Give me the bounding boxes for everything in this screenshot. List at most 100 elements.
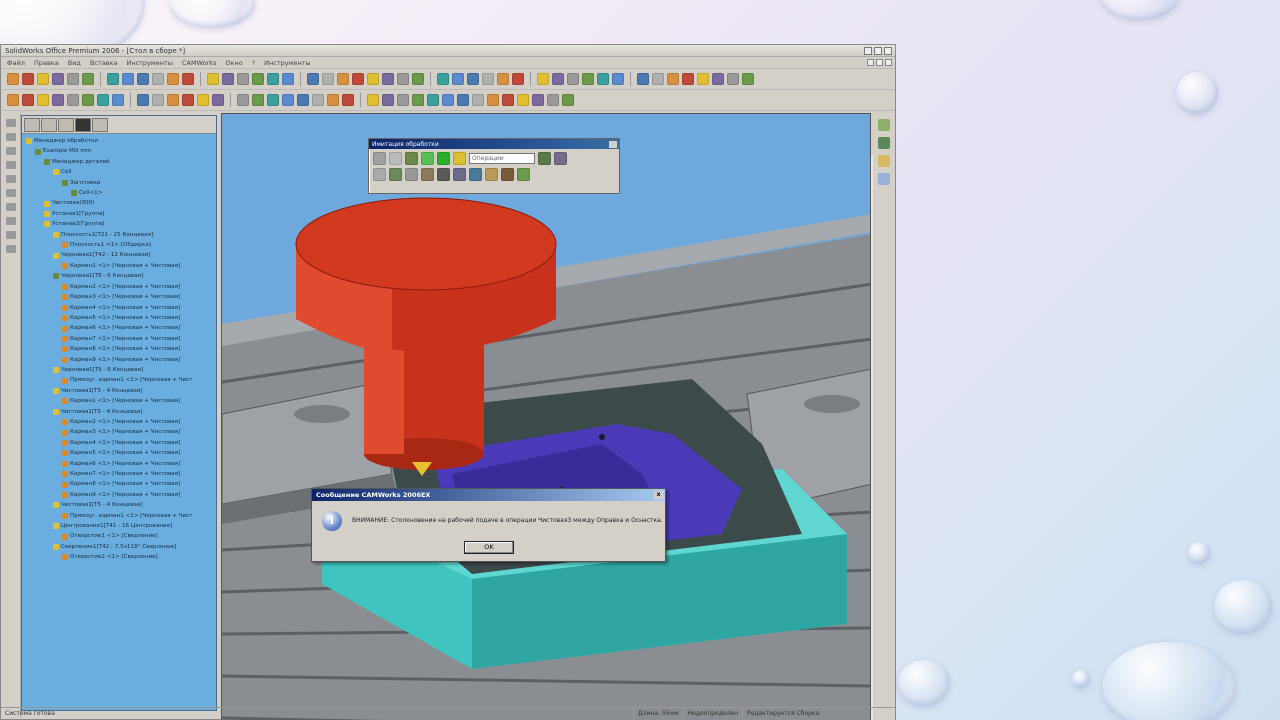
tool-icon[interactable] bbox=[5, 119, 16, 127]
toolbar-button-icon[interactable] bbox=[152, 94, 164, 106]
minimize-button[interactable] bbox=[864, 46, 872, 55]
toolbar-button-icon[interactable] bbox=[322, 73, 334, 85]
tree-item[interactable]: Карман3 <1> [Черновая + Чистовая] bbox=[26, 427, 216, 437]
toolbar-button-icon[interactable] bbox=[367, 73, 379, 85]
toolbar-button-icon[interactable] bbox=[532, 94, 544, 106]
tree-item[interactable]: Чистовая1[T5 - 4 Концевая] bbox=[26, 407, 216, 417]
task-pane-icon[interactable] bbox=[878, 137, 890, 149]
menu-item[interactable]: Вид bbox=[68, 59, 81, 67]
tree-item[interactable]: Карман6 <1> [Черновая + Чистовая] bbox=[26, 459, 216, 469]
toolbar-button-icon[interactable] bbox=[497, 73, 509, 85]
toolbar-button-icon[interactable] bbox=[237, 73, 249, 85]
toolbar-button-icon[interactable] bbox=[427, 94, 439, 106]
toolbar-button-icon[interactable] bbox=[472, 94, 484, 106]
toolbar-button-icon[interactable] bbox=[7, 94, 19, 106]
toolbar-button-icon[interactable] bbox=[22, 94, 34, 106]
measure-icon[interactable] bbox=[485, 168, 498, 181]
tree-item[interactable]: Центрование1[T41 - 16 Центрование] bbox=[26, 521, 216, 531]
toolbar-button-icon[interactable] bbox=[487, 94, 499, 106]
toolbar-button-icon[interactable] bbox=[137, 73, 149, 85]
tree-item[interactable]: Чистовая(300) bbox=[26, 198, 216, 208]
toolbar-button-icon[interactable] bbox=[197, 94, 209, 106]
toolbar-button-icon[interactable] bbox=[307, 73, 319, 85]
menu-item[interactable]: Вставка bbox=[90, 59, 118, 67]
tool-icon[interactable] bbox=[5, 161, 16, 169]
tool-icon[interactable] bbox=[5, 189, 16, 197]
toolbar-button-icon[interactable] bbox=[52, 73, 64, 85]
toolbar-button-icon[interactable] bbox=[352, 73, 364, 85]
toolbar-button-icon[interactable] bbox=[667, 73, 679, 85]
toolbar-button-icon[interactable] bbox=[382, 94, 394, 106]
compare-icon[interactable] bbox=[469, 168, 482, 181]
toolbar-button-icon[interactable] bbox=[182, 94, 194, 106]
text-icon[interactable] bbox=[517, 168, 530, 181]
task-pane-icon[interactable] bbox=[878, 173, 890, 185]
tree-item[interactable]: Менеджер деталей bbox=[26, 157, 216, 167]
toolbar-button-icon[interactable] bbox=[567, 73, 579, 85]
tree-item[interactable]: Плоскость1 <1> [Обдирка] bbox=[26, 240, 216, 250]
fast-forward-icon[interactable] bbox=[453, 152, 466, 165]
path-icon[interactable] bbox=[437, 168, 450, 181]
toolbar-button-icon[interactable] bbox=[212, 94, 224, 106]
tree-item[interactable]: Менеджер обработки bbox=[26, 136, 216, 146]
toolbar-button-icon[interactable] bbox=[397, 73, 409, 85]
tree-item[interactable]: Карман2 <1> [Черновая + Чистовая] bbox=[26, 417, 216, 427]
toolbar-button-icon[interactable] bbox=[637, 73, 649, 85]
doc-minimize-button[interactable] bbox=[867, 59, 874, 66]
tree-item[interactable]: Карман9 <1> [Черновая + Чистовая] bbox=[26, 355, 216, 365]
tool-icon[interactable] bbox=[5, 217, 16, 225]
toolbar-button-icon[interactable] bbox=[482, 73, 494, 85]
tree-item[interactable]: Черновая1[T42 - 12 Концевая] bbox=[26, 250, 216, 260]
toolbar-button-icon[interactable] bbox=[252, 94, 264, 106]
tree-item[interactable]: Прямоуг. карман1 <1> [Черновая + Чист bbox=[26, 375, 216, 385]
tree-item[interactable]: Example Mill mm bbox=[26, 146, 216, 156]
toolbar-button-icon[interactable] bbox=[282, 73, 294, 85]
toolbar-button-icon[interactable] bbox=[267, 94, 279, 106]
close-button[interactable] bbox=[884, 46, 892, 55]
menu-item[interactable]: Инструменты bbox=[264, 59, 311, 67]
play-icon[interactable] bbox=[437, 152, 450, 165]
tree-item[interactable]: Карман1 <1> [Черновая + Чистовая] bbox=[26, 396, 216, 406]
toolbar-button-icon[interactable] bbox=[337, 73, 349, 85]
toolbar-button-icon[interactable] bbox=[297, 94, 309, 106]
task-pane-icon[interactable] bbox=[878, 155, 890, 167]
toolbar-button-icon[interactable] bbox=[547, 94, 559, 106]
toolbar-button-icon[interactable] bbox=[327, 94, 339, 106]
toolbar-button-icon[interactable] bbox=[67, 94, 79, 106]
toolbar-button-icon[interactable] bbox=[682, 73, 694, 85]
toolbar-button-icon[interactable] bbox=[282, 94, 294, 106]
close-icon[interactable] bbox=[609, 140, 617, 148]
toolbar-button-icon[interactable] bbox=[107, 73, 119, 85]
tree-item[interactable]: Отверстие2 <1> [Сверление] bbox=[26, 552, 216, 562]
toolbar-button-icon[interactable] bbox=[562, 94, 574, 106]
tree-item[interactable]: Карман6 <1> [Черновая + Чистовая] bbox=[26, 323, 216, 333]
tree-item[interactable]: Чистовая1[T5 - 4 Концевая] bbox=[26, 500, 216, 510]
tree-item[interactable]: Карман9 <1> [Черновая + Чистовая] bbox=[26, 490, 216, 500]
tree-item[interactable]: Карман1 <1> [Черновая + Чистовая] bbox=[26, 261, 216, 271]
toolbar-button-icon[interactable] bbox=[612, 73, 624, 85]
toolbar-button-icon[interactable] bbox=[67, 73, 79, 85]
toolbar-button-icon[interactable] bbox=[712, 73, 724, 85]
step-icon[interactable] bbox=[389, 152, 402, 165]
stock-icon[interactable] bbox=[405, 152, 418, 165]
menu-item[interactable]: ? bbox=[252, 59, 255, 67]
toolbar-button-icon[interactable] bbox=[517, 94, 529, 106]
tree-item[interactable]: Cell bbox=[26, 167, 216, 177]
tree-item[interactable]: Карман8 <1> [Черновая + Чистовая] bbox=[26, 479, 216, 489]
toolbar-button-icon[interactable] bbox=[22, 73, 34, 85]
toolbar-button-icon[interactable] bbox=[152, 73, 164, 85]
toolbar-button-icon[interactable] bbox=[7, 73, 19, 85]
toolbar-button-icon[interactable] bbox=[167, 94, 179, 106]
rewind-icon[interactable] bbox=[421, 152, 434, 165]
tree-item[interactable]: Карман7 <1> [Черновая + Чистовая] bbox=[26, 334, 216, 344]
camworks-tab[interactable] bbox=[75, 118, 91, 132]
toolbar-button-icon[interactable] bbox=[312, 94, 324, 106]
tree-item[interactable]: Карман4 <1> [Черновая + Чистовая] bbox=[26, 303, 216, 313]
toolbar-button-icon[interactable] bbox=[367, 94, 379, 106]
ok-button[interactable]: OK bbox=[464, 541, 514, 554]
toolbar-button-icon[interactable] bbox=[112, 94, 124, 106]
tree-item[interactable]: Карман5 <1> [Черновая + Чистовая] bbox=[26, 313, 216, 323]
tool-icon[interactable] bbox=[5, 203, 16, 211]
toolbar-button-icon[interactable] bbox=[537, 73, 549, 85]
toolbar-button-icon[interactable] bbox=[52, 94, 64, 106]
